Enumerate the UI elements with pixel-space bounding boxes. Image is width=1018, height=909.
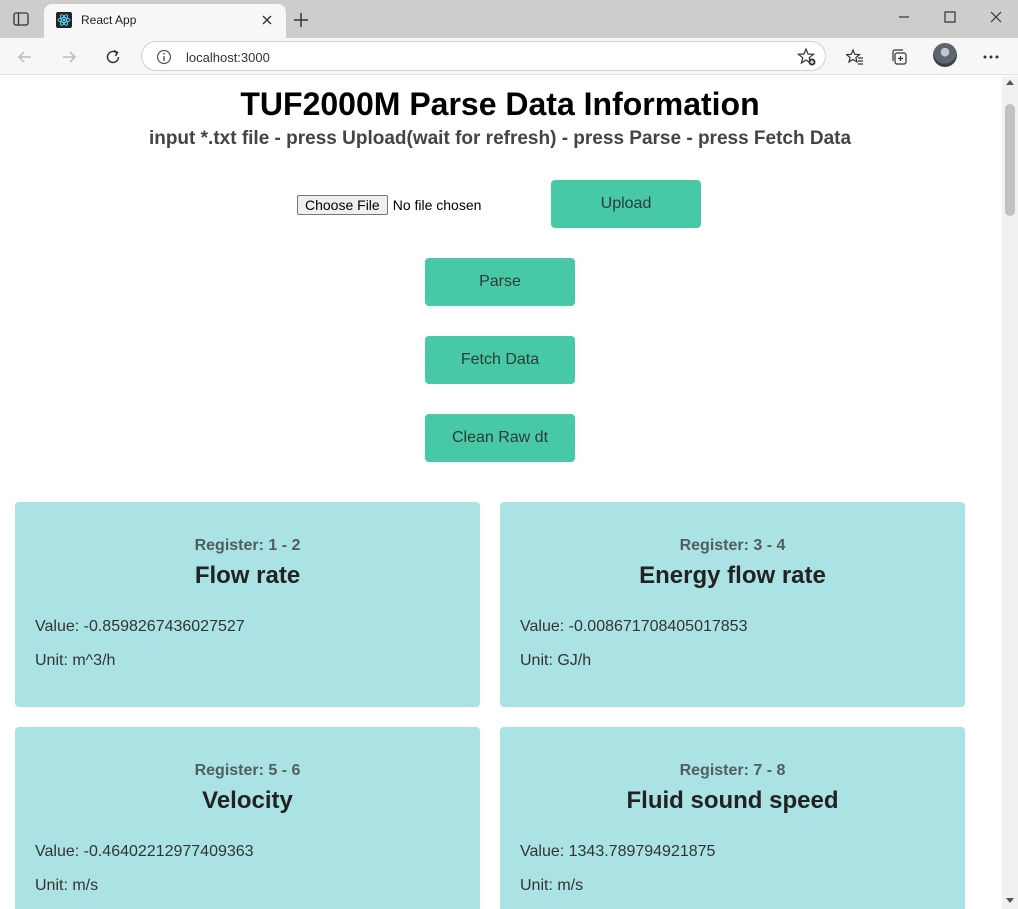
window-close-icon[interactable] — [982, 6, 1010, 28]
data-card: Register: 1 - 2 Flow rate Value: -0.8598… — [15, 502, 480, 707]
card-title: Velocity — [202, 787, 293, 814]
data-card: Register: 3 - 4 Energy flow rate Value: … — [500, 502, 965, 707]
plus-icon[interactable] — [290, 9, 312, 31]
page-scrollbar[interactable] — [1002, 76, 1018, 909]
fetch-data-button[interactable]: Fetch Data — [425, 336, 575, 384]
scrollbar-thumb[interactable] — [1005, 104, 1015, 216]
card-register: Register: 7 - 8 — [679, 762, 786, 779]
avatar[interactable] — [933, 43, 957, 67]
card-value: Value: 1343.789794921875 — [520, 843, 716, 860]
file-status: No file chosen — [392, 197, 482, 213]
page-viewport: TUF2000M Parse Data Information input *.… — [0, 76, 1002, 909]
card-value: Value: -0.008671708405017853 — [520, 618, 748, 635]
card-title: Fluid sound speed — [626, 787, 839, 814]
collections-icon[interactable] — [885, 43, 913, 71]
file-input[interactable]: Choose File No file chosen — [297, 195, 481, 215]
card-register: Register: 1 - 2 — [194, 537, 301, 554]
card-unit: Unit: GJ/h — [520, 652, 592, 669]
parse-button[interactable]: Parse — [425, 258, 575, 306]
back-arrow-icon[interactable] — [11, 43, 39, 71]
card-unit: Unit: m^3/h — [35, 652, 116, 669]
card-title: Energy flow rate — [639, 562, 826, 589]
card-title: Flow rate — [194, 562, 301, 589]
scroll-up-icon[interactable] — [1006, 80, 1014, 85]
browser-toolbar: localhost:3000 — [0, 38, 1018, 75]
clean-raw-data-button[interactable]: Clean Raw dt — [425, 414, 575, 462]
refresh-icon[interactable] — [99, 43, 127, 71]
star-plus-icon[interactable] — [796, 47, 817, 67]
minimize-icon[interactable] — [890, 6, 918, 28]
tab-actions-icon[interactable] — [8, 8, 34, 30]
more-icon[interactable] — [977, 43, 1005, 71]
data-card: Register: 7 - 8 Fluid sound speed Value:… — [500, 727, 965, 909]
info-icon[interactable] — [156, 49, 172, 65]
upload-button[interactable]: Upload — [551, 180, 701, 228]
maximize-icon[interactable] — [936, 6, 964, 28]
card-value: Value: -0.46402212977409363 — [35, 843, 254, 860]
react-icon — [56, 12, 72, 28]
scroll-down-icon[interactable] — [1006, 898, 1014, 903]
card-register: Register: 5 - 6 — [194, 762, 301, 779]
browser-tab-bar: React App — [0, 0, 1018, 38]
browser-tab[interactable]: React App — [44, 4, 286, 38]
card-unit: Unit: m/s — [520, 877, 584, 894]
favorites-icon[interactable] — [841, 43, 869, 71]
forward-arrow-icon[interactable] — [55, 43, 83, 71]
card-register: Register: 3 - 4 — [679, 537, 786, 554]
address-bar[interactable]: localhost:3000 — [141, 41, 826, 71]
page-title: TUF2000M Parse Data Information — [240, 86, 760, 122]
data-card: Register: 5 - 6 Velocity Value: -0.46402… — [15, 727, 480, 909]
card-unit: Unit: m/s — [35, 877, 99, 894]
close-icon[interactable] — [258, 11, 276, 29]
url-text[interactable]: localhost:3000 — [186, 50, 270, 65]
choose-file-button[interactable]: Choose File — [297, 195, 388, 215]
page-subtitle: input *.txt file - press Upload(wait for… — [148, 128, 852, 149]
tab-title: React App — [81, 13, 137, 27]
card-value: Value: -0.8598267436027527 — [35, 618, 245, 635]
